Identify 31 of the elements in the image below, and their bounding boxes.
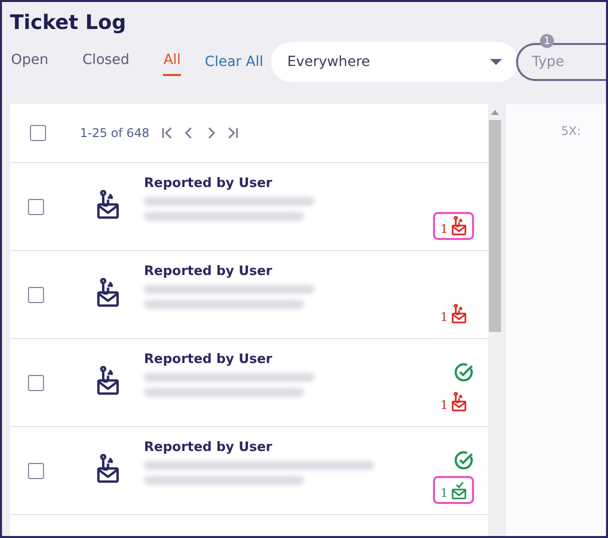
ticket-title: Reported by User: [144, 264, 274, 279]
row-checkbox[interactable]: [28, 462, 44, 478]
side-label: 5X:: [561, 124, 581, 138]
filter-tab[interactable]: Closed: [82, 48, 130, 76]
page-range: 1-25 of 648: [80, 126, 150, 140]
page-title: Ticket Log: [10, 10, 128, 34]
hook-envelope-icon: [96, 278, 120, 308]
row-checkbox[interactable]: [28, 374, 44, 390]
result-count: 1: [440, 486, 448, 500]
hook-envelope-icon: [96, 190, 120, 220]
caret-icon: [490, 59, 502, 65]
result-count: 1: [440, 222, 448, 236]
select-all-checkbox[interactable]: [30, 125, 46, 141]
row-checkbox[interactable]: [28, 286, 44, 302]
hook-envelope-icon: [96, 454, 120, 484]
filter-tab[interactable]: Open: [11, 48, 48, 76]
location-dropdown[interactable]: Everywhere: [271, 42, 518, 82]
last-page-icon[interactable]: [227, 126, 240, 140]
row-checkbox[interactable]: [28, 198, 44, 214]
scroll-up-icon[interactable]: [491, 110, 499, 115]
result-count: 1: [440, 398, 448, 412]
filter-count-badge: 1: [540, 34, 554, 48]
scrollbar-thumb[interactable]: [489, 120, 501, 332]
first-page-icon[interactable]: [161, 126, 174, 140]
hook-envelope-icon: [96, 366, 120, 396]
clear-all-link[interactable]: Clear All: [204, 54, 264, 70]
ticket-title: Reported by User: [144, 352, 274, 367]
ticket-title: Reported by User: [144, 176, 274, 191]
filter-tab[interactable]: All: [163, 48, 181, 76]
ticket-title: Reported by User: [144, 440, 274, 455]
result-count: 1: [440, 310, 448, 324]
